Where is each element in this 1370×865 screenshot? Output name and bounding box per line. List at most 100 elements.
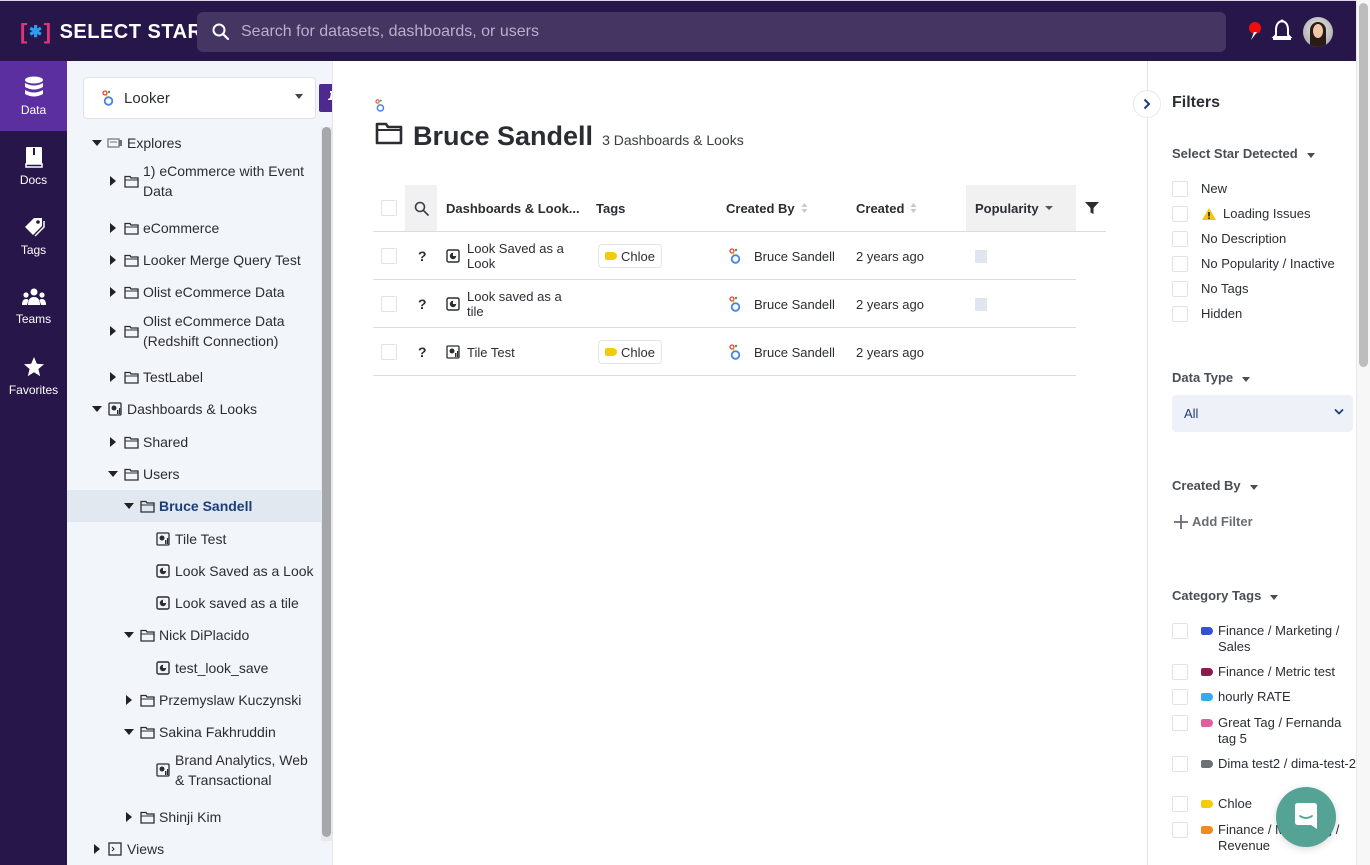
tree-node[interactable]: Sakina Fakhruddin [121,722,276,742]
notification-pin-icon[interactable] [1248,21,1262,41]
category-tag-option[interactable]: Dima test2 / dima-test-2 [1172,756,1358,772]
detected-filter-option[interactable]: Hidden [1172,306,1242,322]
row-checkbox[interactable] [381,296,397,312]
filter-section-category-tags[interactable]: Category Tags [1172,588,1279,603]
tree-node[interactable]: 1) eCommerce with Event Data [105,161,313,201]
nav-item-data[interactable]: Data [0,61,67,131]
checkbox[interactable] [1172,231,1188,247]
item-name-link[interactable]: Look Saved as a Look [467,232,577,280]
column-header-popularity[interactable]: Popularity [966,185,1076,231]
column-header-name[interactable]: Dashboards & Look... [446,185,586,231]
item-name-link[interactable]: Look saved as a tile [467,280,577,328]
caret-expanded-icon[interactable] [121,625,137,645]
table-row[interactable]: ? Look Saved as a Look Chloe Bruce Sandell 2… [373,232,1076,280]
created-by-link[interactable]: Bruce Sandell [754,232,835,280]
caret-expanded-icon[interactable] [89,133,105,153]
checkbox[interactable] [1172,715,1188,731]
detected-filter-option[interactable]: No Popularity / Inactive [1172,256,1335,272]
chat-support-button[interactable] [1276,787,1336,847]
caret-collapsed-icon[interactable] [105,367,121,387]
caret-collapsed-icon[interactable] [105,161,121,201]
checkbox[interactable] [1172,181,1188,197]
caret-collapsed-icon[interactable] [89,839,105,859]
tree-node[interactable]: Shared [105,432,188,452]
caret-collapsed-icon[interactable] [105,311,121,351]
tree-node[interactable]: Olist eCommerce Data [105,282,285,302]
category-tag-option[interactable]: Finance / Metric test [1172,664,1358,680]
detected-filter-option[interactable]: New [1172,181,1227,197]
caret-expanded-icon[interactable] [121,496,137,516]
detected-filter-option[interactable]: No Description [1172,231,1286,247]
tree-scrollbar-thumb[interactable] [322,127,331,837]
source-select[interactable]: Looker [83,77,316,119]
tree-node[interactable]: Nick DiPlacido [121,625,249,645]
tree-node[interactable]: Views [89,839,164,859]
caret-collapsed-icon[interactable] [105,432,121,452]
caret-collapsed-icon[interactable] [105,250,121,270]
nav-item-favorites[interactable]: Favorites [0,341,67,411]
filter-funnel-icon[interactable] [1085,201,1099,215]
item-name-link[interactable]: Tile Test [467,328,577,376]
checkbox[interactable] [1172,306,1188,322]
caret-expanded-icon[interactable] [105,464,121,484]
table-row[interactable]: ? Tile Test Chloe Bruce Sandell 2 years ago [373,328,1076,376]
tree-node[interactable]: Users [105,464,180,484]
tree-node[interactable]: Look saved as a tile [137,593,299,613]
row-checkbox[interactable] [381,248,397,264]
tree-node[interactable]: Olist eCommerce Data (Redshift Connectio… [105,311,303,351]
nav-item-teams[interactable]: Teams [0,271,67,341]
caret-expanded-icon[interactable] [121,722,137,742]
category-tag-option[interactable]: Finance / Marketing / Sales [1172,623,1358,655]
filter-section-data-type[interactable]: Data Type [1172,370,1251,385]
filter-section-detected[interactable]: Select Star Detected [1172,146,1315,161]
nav-item-tags[interactable]: Tags [0,201,67,271]
checkbox[interactable] [1172,281,1188,297]
column-header-created[interactable]: Created [856,185,956,231]
checkbox[interactable] [1172,206,1188,222]
detected-filter-option[interactable]: Loading Issues [1172,206,1310,222]
tree-node[interactable]: Look Saved as a Look [137,561,314,581]
checkbox[interactable] [1172,256,1188,272]
tree-node[interactable]: Dashboards & Looks [89,399,257,419]
data-type-select[interactable]: All [1172,395,1353,432]
category-tag-option[interactable]: hourly RATE [1172,689,1358,705]
checkbox[interactable] [1172,689,1188,705]
category-tag-option[interactable]: Great Tag / Fernanda tag 5 [1172,715,1358,747]
nav-item-docs[interactable]: Docs [0,131,67,201]
detected-filter-option[interactable]: No Tags [1172,281,1248,297]
tree-node[interactable]: Bruce Sandell [67,490,321,522]
created-by-link[interactable]: Bruce Sandell [754,280,835,328]
search-input[interactable] [241,23,1141,41]
tree-node[interactable]: Shinji Kim [121,807,221,827]
tree-node[interactable]: Brand Analytics, Web & Transactional [137,750,315,790]
column-search-button[interactable] [405,185,437,231]
caret-collapsed-icon[interactable] [105,218,121,238]
checkbox[interactable] [1172,822,1188,838]
tree-node[interactable]: eCommerce [105,218,219,238]
tree-node[interactable]: TestLabel [105,367,203,387]
caret-collapsed-icon[interactable] [121,807,137,827]
tag-chip[interactable]: Chloe [598,244,662,268]
add-filter-button[interactable]: Add Filter [1174,514,1253,529]
tree-node[interactable]: test_look_save [137,658,268,678]
checkbox[interactable] [1172,664,1188,680]
checkbox[interactable] [1172,756,1188,772]
tree-node[interactable]: Looker Merge Query Test [105,250,301,270]
column-header-created-by[interactable]: Created By [726,185,846,231]
select-star-logo[interactable]: [ ✱ ] SELECT STAR [20,19,202,45]
pin-sidebar-button[interactable] [319,84,332,112]
user-avatar[interactable] [1303,17,1333,47]
global-search[interactable] [197,12,1226,52]
tag-chip[interactable]: Chloe [598,340,662,364]
page-scrollbar-thumb[interactable] [1359,3,1368,367]
tree-node[interactable]: Explores [89,133,181,153]
created-by-link[interactable]: Bruce Sandell [754,328,835,376]
collapse-filters-button[interactable] [1133,90,1161,118]
tree-node[interactable]: Tile Test [137,529,226,549]
checkbox[interactable] [1172,796,1188,812]
tree-node[interactable]: Przemyslaw Kuczynski [121,690,301,710]
caret-collapsed-icon[interactable] [121,690,137,710]
table-row[interactable]: ? Look saved as a tile Bruce Sandell 2 year… [373,280,1076,328]
row-checkbox[interactable] [381,344,397,360]
bell-icon[interactable] [1271,19,1293,43]
